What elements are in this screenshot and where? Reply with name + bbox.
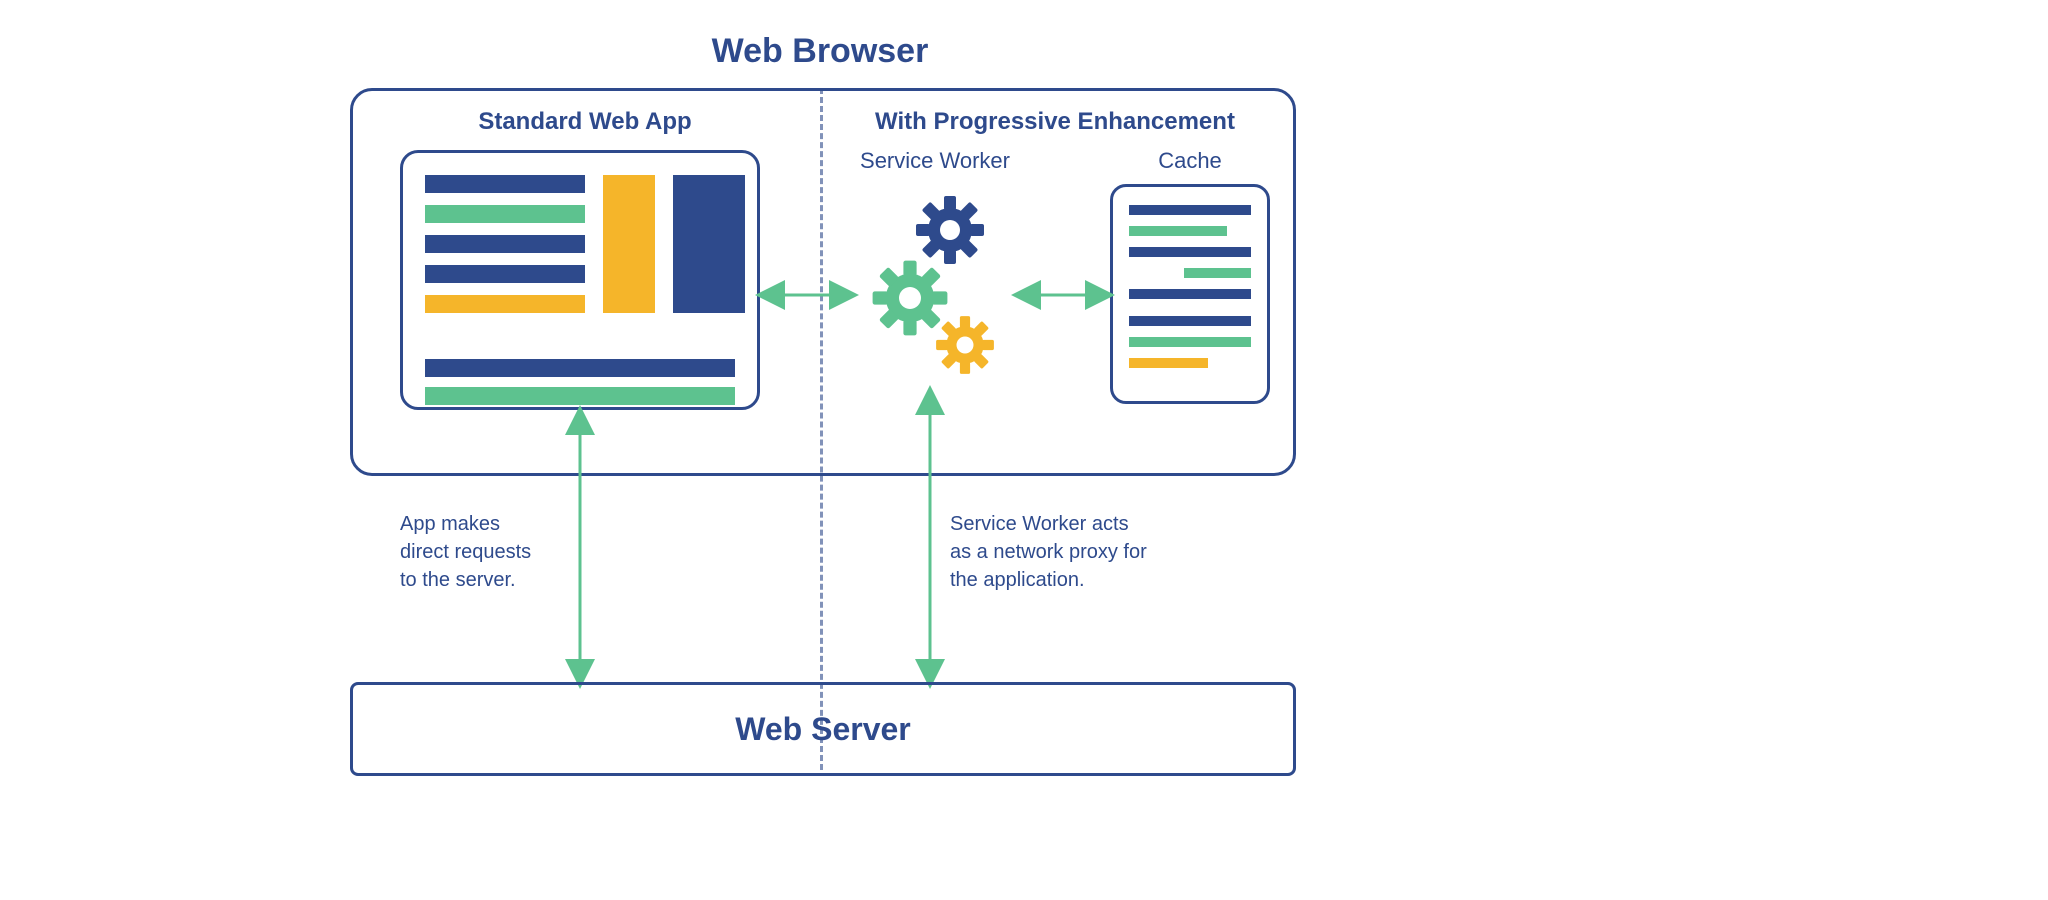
server-title: Web Server (735, 711, 911, 748)
standard-app-caption: App makesdirect requeststo the server. (400, 510, 660, 594)
progressive-enhancement-heading: With Progressive Enhancement (840, 108, 1270, 136)
server-container: Web Server (350, 682, 1296, 776)
cache-card (1110, 184, 1270, 404)
arrow-app-to-sw (762, 285, 852, 305)
standard-app-heading: Standard Web App (370, 108, 800, 136)
arrow-sw-to-cache (1018, 285, 1108, 305)
cache-label: Cache (1110, 148, 1270, 174)
arrow-sw-to-server (920, 392, 940, 682)
gear-icon (936, 316, 994, 374)
gear-icon (916, 196, 984, 264)
service-worker-caption: Service Worker actsas a network proxy fo… (950, 510, 1250, 594)
section-divider (820, 88, 823, 770)
browser-title: Web Browser (350, 32, 1290, 71)
service-worker-gears (855, 190, 1020, 390)
standard-app-card (400, 150, 760, 410)
gear-icon (873, 261, 948, 336)
service-worker-label: Service Worker (840, 148, 1030, 174)
